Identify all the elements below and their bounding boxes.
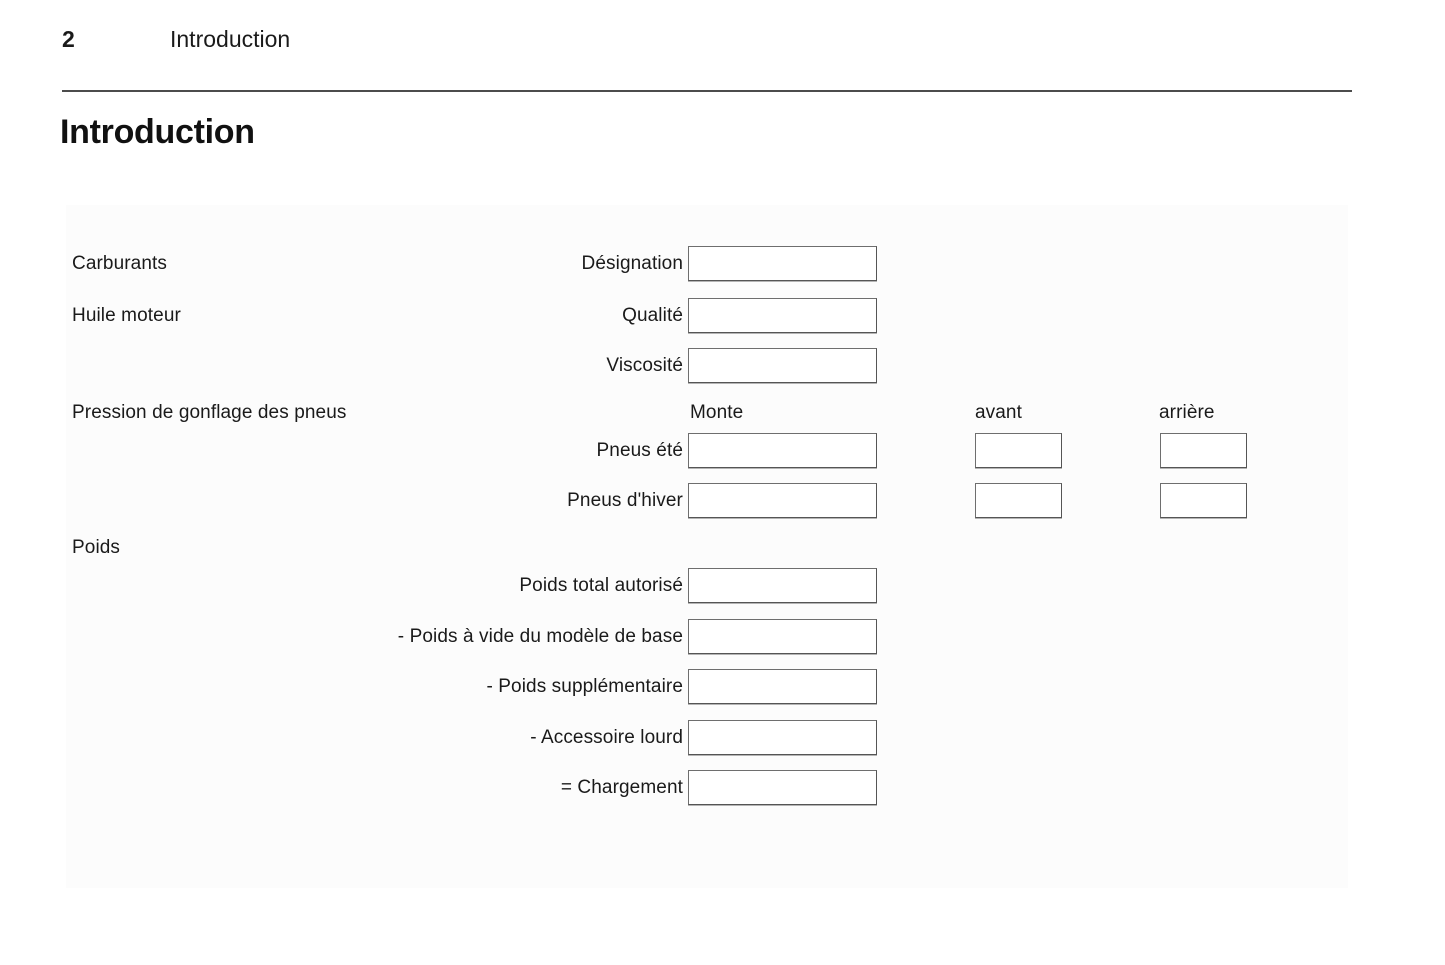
group-label-pression-pneus: Pression de gonflage des pneus [72,402,347,423]
page-number: 2 [62,26,75,52]
column-header-monte: Monte [690,402,744,423]
field-label-qualite: Qualité [622,305,683,326]
form-row-designation: Carburants Désignation [66,246,1348,282]
field-label-wrap: Pneus d'hiver [246,483,683,519]
form-row-accessoire-lourd: - Accessoire lourd [66,720,1348,756]
form-row-poids-group: Poids [66,530,1348,566]
field-label-wrap: - Accessoire lourd [246,720,683,756]
poids-total-autorise-input[interactable] [688,568,877,603]
page-header: 2 Introduction [62,28,1352,70]
vehicle-data-form: Carburants Désignation Huile moteur Qual… [66,205,1348,888]
poids-a-vide-input[interactable] [688,619,877,654]
field-label-poids-supplementaire: - Poids supplémentaire [486,676,683,697]
field-label-accessoire-lourd: - Accessoire lourd [530,727,683,748]
form-row-viscosite: Viscosité [66,348,1348,384]
page-title: Introduction [60,113,255,151]
group-label-huile-moteur: Huile moteur [72,305,181,326]
form-row-chargement: = Chargement [66,770,1348,806]
field-label-pneus-ete: Pneus été [596,440,683,461]
field-label-poids-a-vide: - Poids à vide du modèle de base [397,626,683,647]
field-label-wrap: Pneus été [246,433,683,469]
field-label-viscosite: Viscosité [606,355,683,376]
accessoire-lourd-input[interactable] [688,720,877,755]
viscosite-input[interactable] [688,348,877,383]
pneus-ete-avant-input[interactable] [975,433,1062,468]
form-row-pneus-ete: Pneus été [66,433,1348,469]
field-label-wrap: Désignation [246,246,683,282]
form-row-pneus-hiver: Pneus d'hiver [66,483,1348,519]
running-title: Introduction [170,26,291,52]
field-label-wrap: = Chargement [246,770,683,806]
form-row-poids-vide: - Poids à vide du modèle de base [66,619,1348,655]
field-label-chargement: = Chargement [560,777,683,798]
field-label-poids-total-autorise: Poids total autorisé [519,575,683,596]
form-row-tire-pressure-header: Pression de gonflage des pneus Monte ava… [66,395,1348,431]
column-header-arriere: arrière [1159,402,1215,423]
poids-supplementaire-input[interactable] [688,669,877,704]
field-label-wrap: Qualité [246,298,683,334]
field-label-wrap: - Poids à vide du modèle de base [246,619,683,655]
column-header-avant: avant [975,402,1022,423]
header-divider [62,90,1352,92]
form-row-poids-supplementaire: - Poids supplémentaire [66,669,1348,705]
field-label-wrap: Poids total autorisé [246,568,683,604]
form-row-qualite: Huile moteur Qualité [66,298,1348,334]
chargement-input[interactable] [688,770,877,805]
field-label-pneus-hiver: Pneus d'hiver [567,490,683,511]
pneus-ete-monte-input[interactable] [688,433,877,468]
pneus-hiver-avant-input[interactable] [975,483,1062,518]
field-label-wrap: - Poids supplémentaire [246,669,683,705]
group-label-carburants: Carburants [72,253,167,274]
qualite-input[interactable] [688,298,877,333]
group-label-poids: Poids [72,537,121,558]
pneus-ete-arriere-input[interactable] [1160,433,1247,468]
field-label-wrap: Viscosité [246,348,683,384]
form-row-poids-total: Poids total autorisé [66,568,1348,604]
pneus-hiver-arriere-input[interactable] [1160,483,1247,518]
pneus-hiver-monte-input[interactable] [688,483,877,518]
designation-input[interactable] [688,246,877,281]
field-label-designation: Désignation [581,253,683,274]
